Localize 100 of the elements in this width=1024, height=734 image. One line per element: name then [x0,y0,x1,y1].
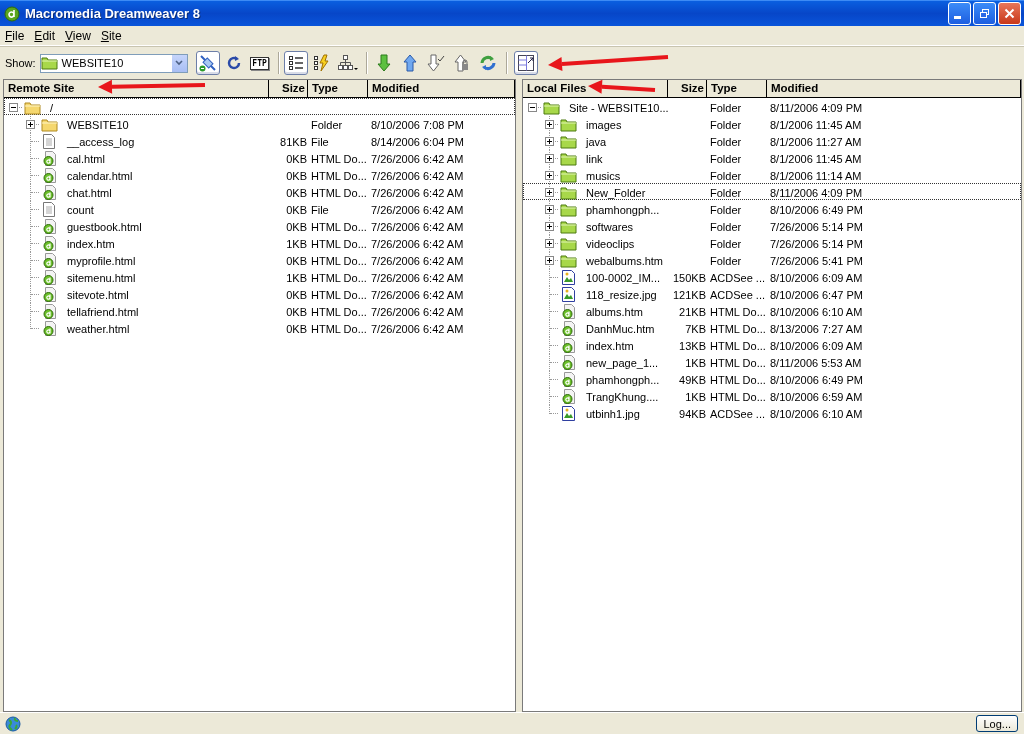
column-header[interactable]: Modified [368,80,515,97]
expand-icon[interactable] [545,120,554,129]
modified-date: 8/1/2006 11:27 AM [769,135,863,148]
file-row[interactable]: albums.htm 21KB HTML Do... 8/10/2006 6:10 AM [523,302,1021,319]
expand-icon[interactable] [545,171,554,180]
modified-date: 8/10/2006 6:10 AM [769,407,864,420]
file-name: index.htm [66,237,116,250]
file-row[interactable]: webalbums.htm Folder 7/26/2006 5:41 PM [523,251,1021,268]
modified-date: 8/13/2006 7:27 AM [769,322,864,335]
file-type: HTML Do... [310,186,368,199]
file-row[interactable]: WEBSITE10 Folder 8/10/2006 7:08 PM [4,115,515,132]
expand-icon[interactable] [26,120,35,129]
expand-icon[interactable] [545,256,554,265]
file-row[interactable]: tellafriend.html 0KB HTML Do... 7/26/2006 6:42 AM [4,302,515,319]
expand-icon[interactable] [545,222,554,231]
file-name: new_page_1... [585,356,660,369]
file-size: 0KB [285,203,308,216]
file-row[interactable]: utbinh1.jpg 94KB ACDSee ... 8/10/2006 6:10 AM [523,404,1021,421]
site-dropdown[interactable]: WEBSITE10 [39,53,188,73]
html-document-icon [561,304,575,319]
file-row[interactable]: videoclips Folder 7/26/2006 5:14 PM [523,234,1021,251]
document-icon [43,134,55,149]
file-row[interactable]: / [4,98,515,115]
file-row[interactable]: chat.html 0KB HTML Do... 7/26/2006 6:42 AM [4,183,515,200]
file-row[interactable]: weather.html 0KB HTML Do... 7/26/2006 6:42 AM [4,319,515,336]
file-row[interactable]: cal.html 0KB HTML Do... 7/26/2006 6:42 AM [4,149,515,166]
modified-date: 8/11/2006 5:53 AM [769,356,863,369]
file-row[interactable]: __access_log 81KB File 8/14/2006 6:04 PM [4,132,515,149]
modified-date: 7/26/2006 6:42 AM [370,237,465,250]
file-row[interactable]: 100-0002_IM... 150KB ACDSee ... 8/10/2006 6:09 AM [523,268,1021,285]
file-row[interactable]: link Folder 8/1/2006 11:45 AM [523,149,1021,166]
html-document-icon [42,287,56,302]
collapse-icon[interactable] [528,103,537,112]
file-row[interactable]: Site - WEBSITE10... Folder 8/11/2006 4:09 PM [523,98,1021,115]
html-document-icon [561,372,575,387]
file-row[interactable]: java Folder 8/1/2006 11:27 AM [523,132,1021,149]
html-document-icon [42,219,56,234]
file-row[interactable]: musics Folder 8/1/2006 11:14 AM [523,166,1021,183]
file-name: DanhMuc.htm [585,322,656,335]
file-type: Folder [709,186,743,199]
column-header[interactable]: Size [269,80,308,97]
file-type: HTML Do... [310,305,368,318]
file-row[interactable]: phamhongph... 49KB HTML Do... 8/10/2006 6:49 PM [523,370,1021,387]
collapse-icon[interactable] [9,103,18,112]
file-name: TrangKhung.... [585,390,660,403]
file-row[interactable]: TrangKhung.... 1KB HTML Do... 8/10/2006 6:59 AM [523,387,1021,404]
file-name: 118_resize.jpg [585,288,658,301]
file-row[interactable]: new_page_1... 1KB HTML Do... 8/11/2006 5:53 AM [523,353,1021,370]
column-header[interactable]: Modified [767,80,1021,97]
minimize-icon [954,16,961,19]
log-button[interactable]: Log... [976,715,1018,732]
file-row[interactable]: phamhongph... Folder 8/10/2006 6:49 PM [523,200,1021,217]
html-document-icon [42,304,56,319]
file-row[interactable]: New_Folder Folder 8/11/2006 4:09 PM [523,183,1021,200]
modified-date: 7/26/2006 6:42 AM [370,254,465,267]
menu-item[interactable]: File [0,28,30,43]
folder-icon [559,236,577,251]
file-row[interactable]: index.htm 13KB HTML Do... 8/10/2006 6:09 AM [523,336,1021,353]
restore-button[interactable] [973,2,996,25]
modified-date: 8/10/2006 6:10 AM [769,305,864,318]
expand-icon[interactable] [545,154,554,163]
html-document-icon [561,389,575,404]
files-view-button[interactable] [283,51,308,75]
window-title: Macromedia Dreamweaver 8 [25,6,201,21]
file-name: videoclips [585,237,636,250]
column-header[interactable]: Type [707,80,767,97]
minimize-button[interactable] [948,2,971,25]
column-header[interactable]: Size [668,80,707,97]
expand-icon[interactable] [545,205,554,214]
close-button[interactable] [998,2,1021,25]
file-row[interactable]: count 0KB File 7/26/2006 6:42 AM [4,200,515,217]
file-row[interactable]: DanhMuc.htm 7KB HTML Do... 8/13/2006 7:27 AM [523,319,1021,336]
file-row[interactable]: myprofile.html 0KB HTML Do... 7/26/2006 6:42 AM [4,251,515,268]
modified-date: 8/10/2006 6:09 AM [769,271,864,284]
connect-button[interactable] [195,51,220,75]
file-type: Folder [709,169,743,182]
file-row[interactable]: sitevote.html 0KB HTML Do... 7/26/2006 6:42 AM [4,285,515,302]
file-row[interactable]: images Folder 8/1/2006 11:45 AM [523,115,1021,132]
file-name: utbinh1.jpg [585,407,641,420]
menu-item[interactable]: View [60,28,96,43]
file-size: 1KB [684,390,707,403]
file-type: HTML Do... [310,220,368,233]
expand-icon[interactable] [545,239,554,248]
file-row[interactable]: 118_resize.jpg 121KB ACDSee ... 8/10/2006 6:47 PM [523,285,1021,302]
expand-icon[interactable] [545,137,554,146]
file-row[interactable]: guestbook.html 0KB HTML Do... 7/26/2006 6:42 AM [4,217,515,234]
file-name: musics [585,169,622,182]
file-row[interactable]: sitemenu.html 1KB HTML Do... 7/26/2006 6:42 AM [4,268,515,285]
expand-icon[interactable] [545,188,554,197]
file-row[interactable]: calendar.html 0KB HTML Do... 7/26/2006 6:42 AM [4,166,515,183]
column-header[interactable]: Type [308,80,368,97]
expand-button[interactable] [513,51,538,75]
file-size: 81KB [279,135,308,148]
menu-item[interactable]: Edit [29,28,61,43]
menu-item[interactable]: Site [95,28,127,43]
ftp-log-button[interactable]: FTP [247,51,272,75]
file-name: index.htm [585,339,635,352]
file-name: / [49,101,55,114]
file-row[interactable]: softwares Folder 7/26/2006 5:14 PM [523,217,1021,234]
file-row[interactable]: index.htm 1KB HTML Do... 7/26/2006 6:42 AM [4,234,515,251]
